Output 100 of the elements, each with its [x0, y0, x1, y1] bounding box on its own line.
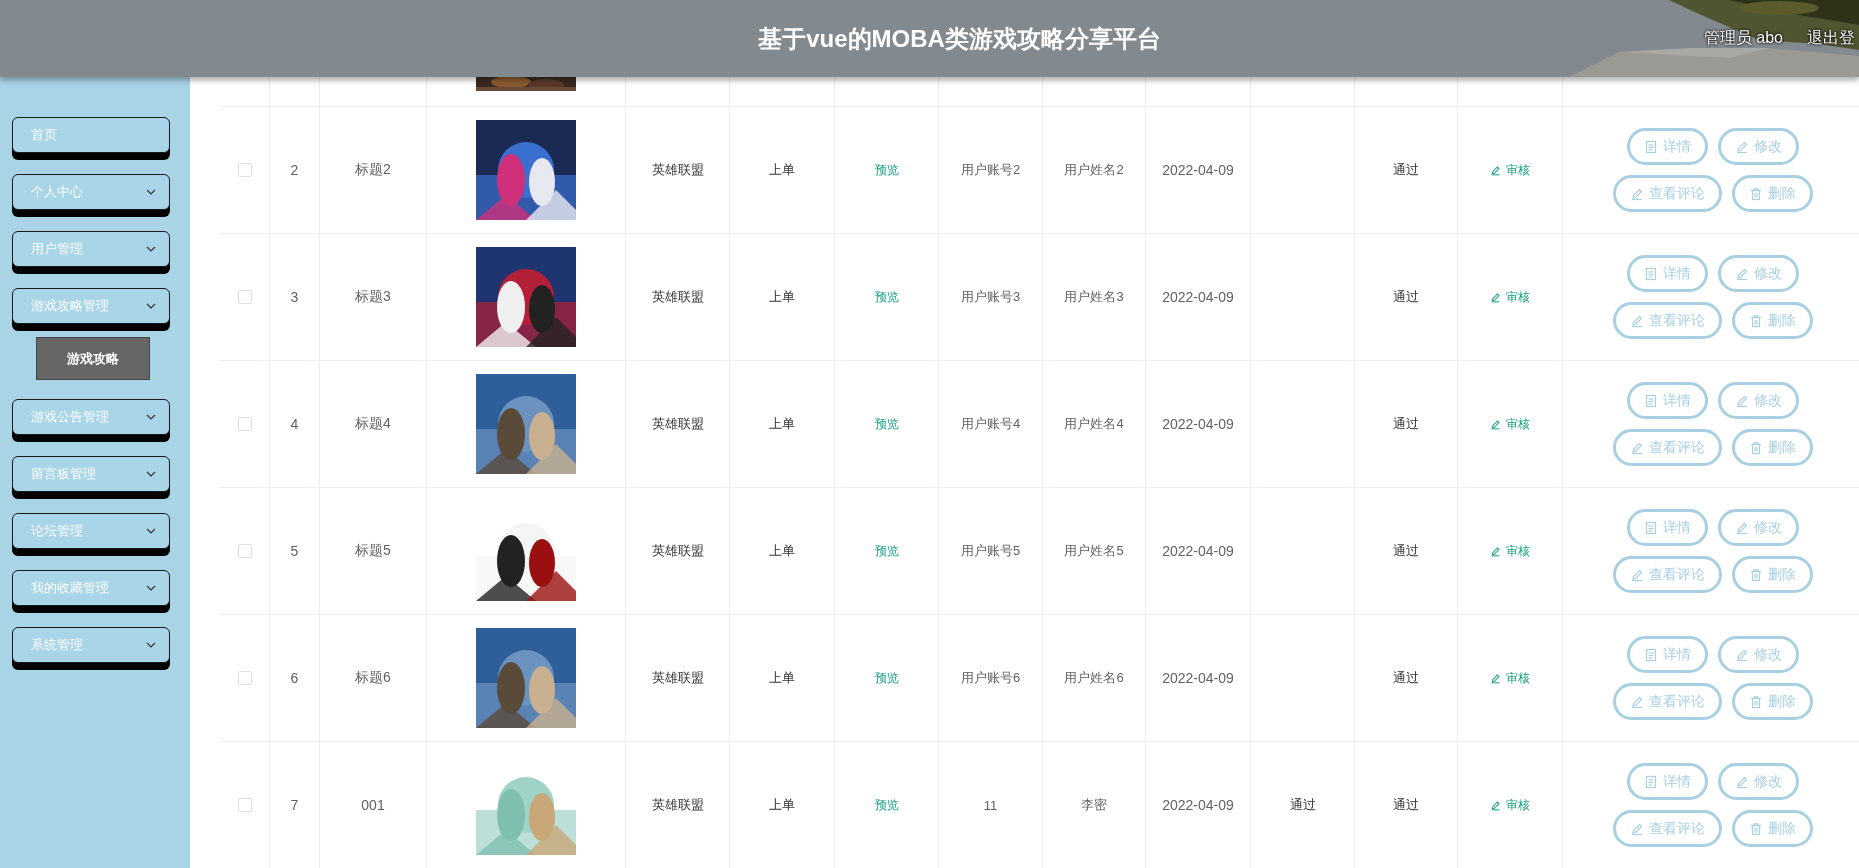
document-icon — [1643, 266, 1658, 281]
edit-button[interactable]: 修改 — [1717, 128, 1799, 165]
table-cell: 用户姓名5 — [1064, 542, 1124, 560]
review-link[interactable]: 审核 — [1490, 796, 1530, 814]
row-checkbox[interactable] — [237, 163, 252, 177]
pencil-icon — [1629, 567, 1644, 582]
pencil-icon — [1629, 313, 1644, 328]
table-cell: 通过 — [1393, 542, 1419, 560]
pencil-icon — [1734, 774, 1749, 789]
logout-link[interactable]: 退出登 — [1807, 28, 1855, 49]
table-cell: 用户姓名3 — [1064, 288, 1124, 306]
comments-button[interactable]: 查看评论 — [1612, 302, 1722, 339]
trash-icon — [1748, 821, 1763, 836]
table-cell: 上单 — [769, 796, 795, 814]
row-checkbox[interactable] — [237, 798, 252, 812]
table-cell: 通过 — [1393, 669, 1419, 687]
pencil-icon — [1490, 545, 1501, 557]
delete-button[interactable]: 删除 — [1731, 556, 1813, 593]
table-cell: 英雄联盟 — [651, 288, 704, 306]
row-checkbox[interactable] — [237, 544, 252, 558]
submenu-item[interactable]: 游戏攻略 — [36, 337, 150, 380]
comments-button[interactable]: 查看评论 — [1612, 556, 1722, 593]
pencil-icon — [1490, 291, 1501, 303]
document-icon — [1643, 393, 1658, 408]
table-cell: 3 — [290, 289, 299, 305]
table-cell: 2 — [290, 162, 299, 178]
pencil-icon — [1629, 186, 1644, 201]
detail-button[interactable]: 详情 — [1626, 128, 1708, 165]
table-cell: 标题4 — [355, 415, 391, 433]
row-checkbox[interactable] — [237, 417, 252, 431]
delete-button[interactable]: 删除 — [1731, 683, 1813, 720]
table-cell: 2022-04-09 — [1162, 543, 1234, 559]
table-cell: 用户账号6 — [960, 669, 1021, 687]
preview-link[interactable]: 预览 — [874, 542, 899, 560]
table-cell: 用户账号3 — [960, 288, 1021, 306]
table-cell: 2022-04-09 — [1162, 797, 1234, 813]
preview-link[interactable]: 预览 — [874, 161, 899, 179]
table-cell: 上单 — [769, 542, 795, 560]
detail-button[interactable]: 详情 — [1626, 636, 1708, 673]
table-cell: 英雄联盟 — [651, 161, 704, 179]
table-cell: 5 — [290, 543, 299, 559]
table-cell: 标题2 — [355, 161, 391, 179]
comments-button[interactable]: 查看评论 — [1612, 175, 1722, 212]
edit-button[interactable]: 修改 — [1717, 255, 1799, 292]
table-cell: 用户姓名6 — [1064, 669, 1124, 687]
edit-button[interactable]: 修改 — [1717, 636, 1799, 673]
comments-button[interactable]: 查看评论 — [1612, 683, 1722, 720]
table-cell: 用户姓名4 — [1064, 415, 1124, 433]
preview-link[interactable]: 预览 — [874, 415, 899, 433]
table-cell: 标题6 — [355, 669, 391, 687]
preview-link[interactable]: 预览 — [874, 288, 899, 306]
table-cell: 李密 — [1081, 796, 1107, 814]
preview-link[interactable]: 预览 — [874, 669, 899, 687]
review-link[interactable]: 审核 — [1490, 161, 1530, 179]
edit-button[interactable]: 修改 — [1717, 509, 1799, 546]
table-cell: 用户姓名2 — [1064, 161, 1124, 179]
delete-button[interactable]: 删除 — [1731, 175, 1813, 212]
table-cell: 2022-04-09 — [1162, 162, 1234, 178]
comments-button[interactable]: 查看评论 — [1612, 429, 1722, 466]
table-cell: 2022-04-09 — [1162, 416, 1234, 432]
detail-button[interactable]: 详情 — [1626, 509, 1708, 546]
pencil-icon — [1490, 672, 1501, 684]
trash-icon — [1748, 567, 1763, 582]
row-checkbox[interactable] — [237, 671, 252, 685]
delete-button[interactable]: 删除 — [1731, 429, 1813, 466]
edit-button[interactable]: 修改 — [1717, 763, 1799, 800]
detail-button[interactable]: 详情 — [1626, 255, 1708, 292]
detail-button[interactable]: 详情 — [1626, 382, 1708, 419]
trash-icon — [1748, 694, 1763, 709]
comments-button[interactable]: 查看评论 — [1612, 810, 1722, 847]
row-checkbox[interactable] — [237, 290, 252, 304]
table-cell: 通过 — [1289, 796, 1316, 814]
pencil-icon — [1734, 647, 1749, 662]
review-link[interactable]: 审核 — [1490, 415, 1530, 433]
table-cell: 英雄联盟 — [651, 542, 704, 560]
trash-icon — [1748, 440, 1763, 455]
table-cell: 2022-04-09 — [1162, 289, 1234, 305]
pencil-icon — [1629, 440, 1644, 455]
preview-link[interactable]: 预览 — [874, 796, 899, 814]
edit-button[interactable]: 修改 — [1717, 382, 1799, 419]
table-cell: 通过 — [1393, 796, 1419, 814]
table-cell: 用户账号5 — [960, 542, 1021, 560]
document-icon — [1643, 139, 1658, 154]
review-link[interactable]: 审核 — [1490, 288, 1530, 306]
detail-button[interactable]: 详情 — [1626, 763, 1708, 800]
table-cell: 001 — [361, 797, 385, 813]
table-cell: 标题3 — [355, 288, 391, 306]
table-cell: 通过 — [1393, 415, 1419, 433]
pencil-icon — [1490, 799, 1501, 811]
table-cell: 英雄联盟 — [651, 796, 704, 814]
review-link[interactable]: 审核 — [1490, 542, 1530, 560]
pencil-icon — [1490, 418, 1501, 430]
table-cell: 标题5 — [355, 542, 391, 560]
pencil-icon — [1629, 821, 1644, 836]
delete-button[interactable]: 删除 — [1731, 810, 1813, 847]
pencil-icon — [1734, 393, 1749, 408]
review-link[interactable]: 审核 — [1490, 669, 1530, 687]
document-icon — [1643, 647, 1658, 662]
table-cell: 2022-04-09 — [1162, 670, 1234, 686]
delete-button[interactable]: 删除 — [1731, 302, 1813, 339]
